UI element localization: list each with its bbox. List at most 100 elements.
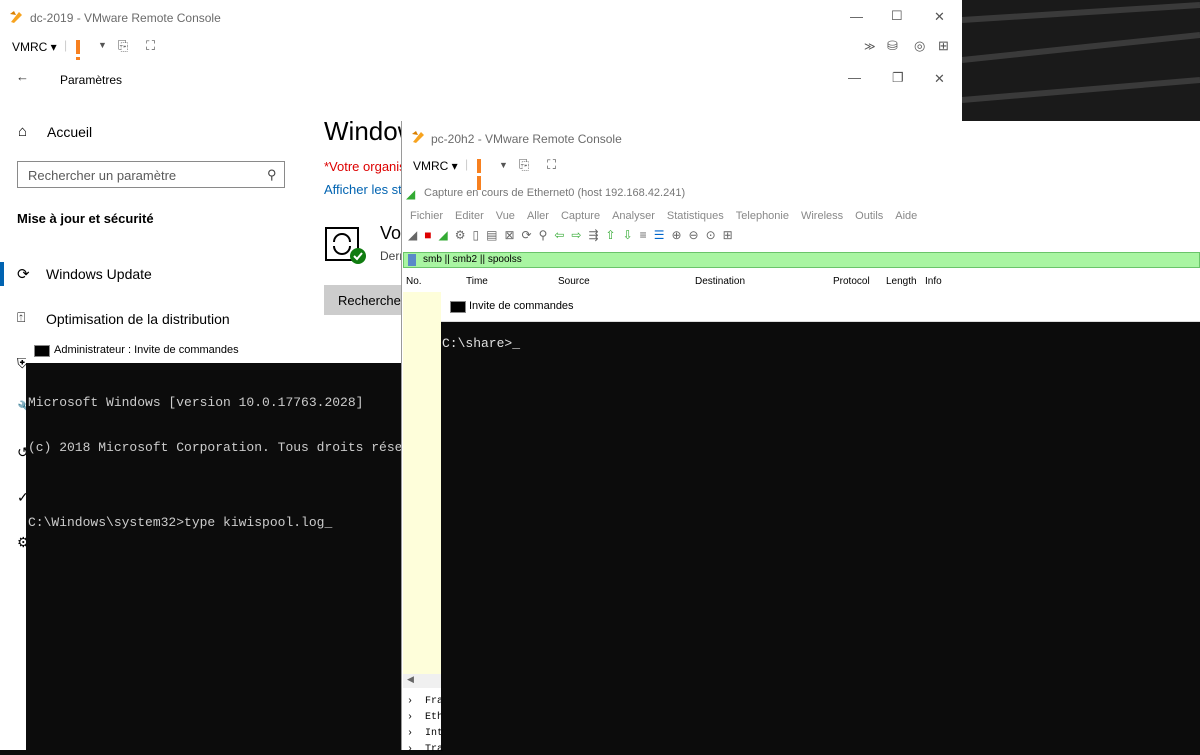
menu-outils[interactable]: Outils [855,210,883,222]
shark-fin-icon: ◢ [406,187,416,201]
cmd-pc-prompt: C:\share>_ [442,336,521,351]
search-icon: ⚲ [267,167,277,182]
first-packet-icon[interactable]: ⇧ [606,228,623,242]
vmrc-menu-label: VMRC [413,159,449,173]
column-time[interactable]: Time [466,276,488,287]
column-length[interactable]: Length [886,276,917,287]
tree-item[interactable]: › Eth [407,712,443,723]
selected-indicator [0,262,4,286]
refresh-icon: ⟳ [17,266,30,283]
capture-options-icon[interactable]: ⚙ [455,228,473,242]
sidebar-item-windows-update[interactable]: Windows Update [46,266,152,282]
settings-title: Paramètres [60,73,123,87]
column-protocol[interactable]: Protocol [833,276,870,287]
menu-aller[interactable]: Aller [527,210,549,222]
zoom-out-icon[interactable]: ⊖ [689,228,706,242]
go-to-packet-icon[interactable]: ⇶ [588,228,605,242]
pause-icon[interactable] [76,40,88,71]
back-arrow-icon[interactable]: ← [16,69,29,84]
cmd-icon [34,345,50,357]
cmd-line: (c) 2018 Microsoft Corporation. Tous dro… [28,440,442,455]
menu-editer[interactable]: Editer [455,210,484,222]
resize-columns-icon[interactable]: ⊞ [723,228,740,242]
tree-item[interactable]: › Fra [407,696,443,707]
send-ctrl-alt-del-icon[interactable]: ⎘ [519,157,529,173]
column-destination[interactable]: Destination [695,276,745,287]
cmd-window-dc[interactable]: Administrateur : Invite de commandes Mic… [26,339,441,750]
vmrc-menu-label: VMRC [12,40,48,54]
network-adapter-icon[interactable]: ⊞ [938,38,949,54]
fullscreen-icon[interactable]: ⛶ [547,157,556,173]
menu-analyser[interactable]: Analyser [612,210,655,222]
settings-minimize-button[interactable]: — [848,70,861,85]
dc-window-title: dc-2019 - VMware Remote Console [30,11,221,25]
column-info[interactable]: Info [925,276,942,287]
toolbar-divider: | [465,157,469,171]
home-link[interactable]: Accueil [47,124,92,140]
vmware-logo-icon [412,131,424,143]
removable-device-icon[interactable]: ⛁ [887,38,898,54]
dc-titlebar: dc-2019 - VMware Remote Console — ☐ ✕ [0,0,962,35]
cmd-dc-title: Administrateur : Invite de commandes [54,344,239,356]
zoom-in-icon[interactable]: ⊕ [671,228,688,242]
cmd-pc-title: Invite de commandes [469,300,574,312]
vmrc-menu-button[interactable]: VMRC ▾ [413,159,458,173]
menu-capture[interactable]: Capture [561,210,600,222]
stop-capture-icon[interactable]: ■ [424,228,438,242]
wireshark-menubar: Fichier Editer Vue Aller Capture Analyser Stat… [410,208,929,222]
desktop-background [961,0,1200,130]
zoom-normal-icon[interactable]: ⊙ [706,228,723,242]
settings-search-input[interactable]: Rechercher un paramètre ⚲ [17,161,285,188]
minimize-button[interactable]: — [850,9,863,24]
open-file-icon[interactable]: ▯ [472,228,486,242]
menu-vue[interactable]: Vue [496,210,515,222]
chevron-down-icon[interactable]: ▼ [499,160,508,170]
send-ctrl-alt-del-icon[interactable]: ⎘ [118,38,128,54]
cmd-line: C:\Windows\system32>type kiwispool.log_ [28,515,333,530]
sidebar-item-delivery-optimization[interactable]: Optimisation de la distribution [46,311,230,327]
save-file-icon[interactable]: ▤ [486,228,504,242]
reload-file-icon[interactable]: ⟳ [522,228,539,242]
packet-list-header: No. Time Source Destination Protocol Len… [403,276,1200,290]
column-source[interactable]: Source [558,276,590,287]
start-capture-icon[interactable]: ◢ [408,228,424,242]
settings-close-button[interactable]: ✕ [934,71,945,87]
menu-aide[interactable]: Aide [895,210,917,222]
cmd-window-pc[interactable]: Invite de commandes C:\share>_ [441,293,1200,750]
dc-vmrc-toolbar: VMRC ▾ | ▼ ⎘ ⛶ ≫ ⛁ ◎ ⊞ [0,34,962,71]
menu-fichier[interactable]: Fichier [410,210,443,222]
display-filter-input[interactable]: smb || smb2 || spoolss [403,252,1200,268]
restart-capture-icon[interactable]: ◢ [438,228,454,242]
cmd-dc-titlebar: Administrateur : Invite de commandes [26,339,406,363]
pause-icon[interactable] [477,159,489,190]
go-forward-icon[interactable]: ⇨ [571,228,588,242]
column-no[interactable]: No. [406,276,422,287]
maximize-button[interactable]: ☐ [891,8,903,24]
vmrc-menu-button[interactable]: VMRC ▾ [12,40,57,54]
find-packet-icon[interactable]: ⚲ [539,228,555,242]
pc-window-title: pc-20h2 - VMware Remote Console [431,132,622,146]
packet-list[interactable] [403,292,441,686]
bookmark-icon[interactable] [408,254,416,266]
packet-details-tree[interactable]: › Fra › Eth › Int › Tra [403,694,443,755]
section-heading: Mise à jour et sécurité [17,211,154,226]
capture-status: Capture en cours de Ethernet0 (host 192.… [424,187,686,199]
autoscroll-icon[interactable]: ≡ [640,228,654,242]
close-button[interactable]: ✕ [934,9,945,25]
go-back-icon[interactable]: ⇦ [554,228,571,242]
fullscreen-icon[interactable]: ⛶ [146,38,155,54]
menu-statistiques[interactable]: Statistiques [667,210,724,222]
menu-wireless[interactable]: Wireless [801,210,843,222]
chevron-down-icon[interactable]: ▼ [98,40,107,50]
horizontal-scrollbar[interactable]: ◀ [403,674,441,688]
cmd-icon [450,301,466,313]
tree-item[interactable]: › Int [407,728,443,739]
menu-telephonie[interactable]: Telephonie [736,210,789,222]
settings-restore-button[interactable]: ❐ [892,70,904,86]
double-chevron-icon[interactable]: ≫ [864,40,876,53]
colorize-icon[interactable]: ☰ [654,228,672,242]
last-packet-icon[interactable]: ⇩ [623,228,640,242]
cd-drive-icon[interactable]: ◎ [914,38,925,54]
close-file-icon[interactable]: ⊠ [504,228,521,242]
cmd-line: Microsoft Windows [version 10.0.17763.20… [28,395,364,410]
